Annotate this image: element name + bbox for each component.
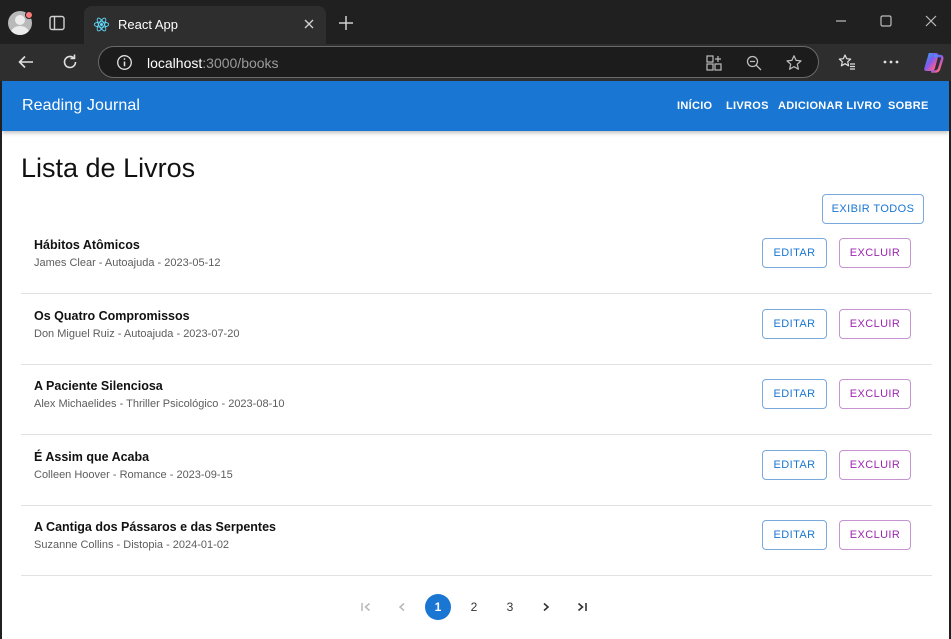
book-title: A Cantiga dos Pássaros e das Serpentes [34,520,276,534]
previous-page-icon[interactable] [389,594,415,620]
book-title: A Paciente Silenciosa [34,379,163,393]
browser-tab-bar: React App [0,0,951,44]
edit-button[interactable]: EDITAR [762,520,827,550]
book-meta: Suzanne Collins - Distopia - 2024-01-02 [34,539,230,551]
delete-button[interactable]: EXCLUIR [839,238,911,268]
app-page: Reading Journal INÍCIO LIVROS ADICIONAR … [2,81,949,639]
book-title: Os Quatro Compromissos [34,309,190,323]
refresh-icon[interactable] [61,53,79,71]
book-meta: Colleen Hoover - Romance - 2023-09-15 [34,469,233,481]
close-tab-icon[interactable] [302,17,316,31]
page-button-3[interactable]: 3 [497,594,523,620]
list-item: Hábitos Atômicos James Clear - Autoajuda… [21,224,932,294]
show-all-button[interactable]: EXIBIR TODOS [822,194,924,224]
delete-button[interactable]: EXCLUIR [839,379,911,409]
address-bar[interactable]: localhost:3000/books [98,46,819,78]
edit-button[interactable]: EDITAR [762,238,827,268]
favorite-star-icon[interactable] [785,54,803,72]
nav-link-adicionar-livro[interactable]: ADICIONAR LIVRO [778,100,882,112]
app-available-icon[interactable] [705,54,723,72]
favorites-icon[interactable] [838,53,856,71]
edit-button[interactable]: EDITAR [762,450,827,480]
url-text[interactable]: localhost:3000/books [147,55,279,71]
book-title: É Assim que Acaba [34,450,150,464]
page-button-1[interactable]: 1 [425,594,451,620]
nav-link-sobre[interactable]: SOBRE [888,100,929,112]
react-favicon-icon [93,17,110,32]
page-title: Lista de Livros [21,153,196,183]
tab-title: React App [118,17,178,32]
back-arrow-icon[interactable] [17,53,35,71]
book-title: Hábitos Atômicos [34,238,140,252]
profile-notification-badge [25,11,33,19]
page-button-2[interactable]: 2 [461,594,487,620]
edit-button[interactable]: EDITAR [762,379,827,409]
delete-button[interactable]: EXCLUIR [839,520,911,550]
nav-link-livros[interactable]: LIVROS [726,100,769,112]
site-info-icon[interactable] [116,54,133,71]
list-item: Os Quatro Compromissos Don Miguel Ruiz -… [21,295,932,365]
copilot-icon[interactable] [922,51,944,73]
edit-button[interactable]: EDITAR [762,309,827,339]
list-item: A Paciente Silenciosa Alex Michaelides -… [21,365,932,435]
book-meta: Don Miguel Ruiz - Autoajuda - 2023-07-20 [34,328,240,340]
app-header: Reading Journal INÍCIO LIVROS ADICIONAR … [2,81,949,131]
new-tab-icon[interactable] [337,14,355,32]
next-page-icon[interactable] [533,594,559,620]
book-meta: James Clear - Autoajuda - 2023-05-12 [34,257,221,269]
app-brand[interactable]: Reading Journal [22,97,140,115]
first-page-icon[interactable] [353,594,379,620]
tab-actions-icon[interactable] [48,14,66,32]
close-window-icon[interactable] [922,12,940,30]
book-meta: Alex Michaelides - Thriller Psicológico … [34,398,285,410]
list-item: A Cantiga dos Pássaros e das Serpentes S… [21,506,932,576]
browser-toolbar: localhost:3000/books [0,44,951,81]
list-item: É Assim que Acaba Colleen Hoover - Roman… [21,436,932,506]
minimize-icon[interactable] [832,12,850,30]
last-page-icon[interactable] [569,594,595,620]
delete-button[interactable]: EXCLUIR [839,450,911,480]
delete-button[interactable]: EXCLUIR [839,309,911,339]
nav-link-inicio[interactable]: INÍCIO [677,100,712,112]
browser-tab-active[interactable]: React App [84,6,326,44]
zoom-out-icon[interactable] [745,54,763,72]
maximize-icon[interactable] [877,12,895,30]
pagination: 1 2 3 [2,591,949,621]
more-options-icon[interactable] [882,53,900,71]
